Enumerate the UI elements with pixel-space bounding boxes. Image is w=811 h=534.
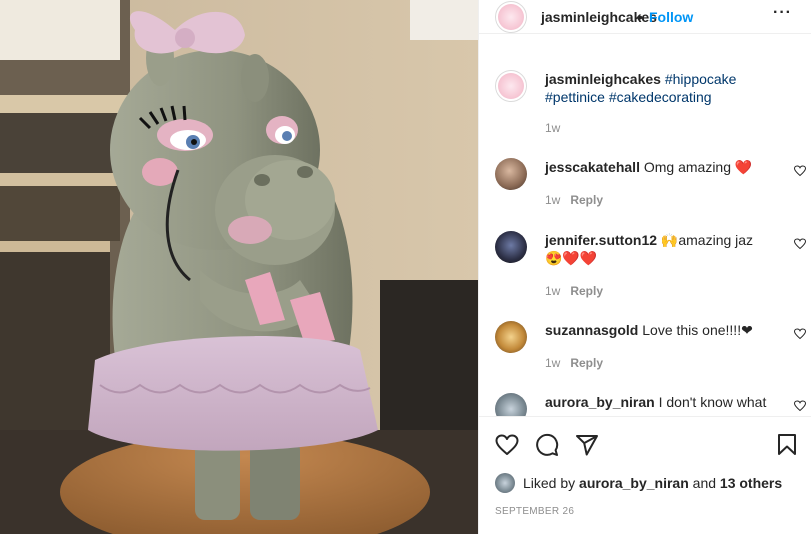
comment-meta: 1w Reply bbox=[545, 356, 603, 370]
bookmark-icon[interactable] bbox=[775, 433, 799, 457]
comment-body: Love this one!!!!❤ bbox=[642, 322, 753, 338]
follow-button[interactable]: Follow bbox=[649, 9, 693, 25]
commenter-avatar[interactable] bbox=[495, 321, 527, 353]
comment-body: Omg amazing ❤️ bbox=[643, 159, 753, 175]
reply-button[interactable]: Reply bbox=[570, 284, 603, 298]
post-actions: Liked by aurora_by_niran and 13 others S… bbox=[479, 416, 811, 534]
comment-username[interactable]: jesscakatehall bbox=[545, 159, 640, 175]
commenter-avatar[interactable] bbox=[495, 393, 527, 416]
post-header: jasminleighcakes • Follow ··· bbox=[479, 0, 811, 34]
caption-avatar[interactable] bbox=[495, 70, 527, 102]
comment-text: jesscakatehall Omg amazing ❤️ bbox=[545, 158, 777, 176]
comment-text: suzannasgold Love this one!!!!❤ bbox=[545, 321, 777, 339]
comment-body: 🙌amazing jaz bbox=[660, 232, 754, 248]
like-comment-heart-icon[interactable] bbox=[794, 400, 806, 412]
like-comment-heart-icon[interactable] bbox=[794, 328, 806, 340]
like-comment-heart-icon[interactable] bbox=[794, 165, 806, 177]
post-photo[interactable] bbox=[0, 0, 478, 534]
comment-username[interactable]: jennifer.sutton12 bbox=[545, 232, 657, 248]
caption-hashtags[interactable]: #pettinice #cakedecorating bbox=[545, 89, 712, 105]
comment-meta: 1w Reply bbox=[545, 193, 603, 207]
more-icon[interactable]: ··· bbox=[773, 4, 792, 22]
comment-time: 1w bbox=[545, 356, 561, 370]
commenter-avatar[interactable] bbox=[495, 158, 527, 190]
comment-time: 1w bbox=[545, 284, 561, 298]
like-comment-heart-icon[interactable] bbox=[794, 238, 806, 250]
comment-username[interactable]: aurora_by_niran bbox=[545, 394, 655, 410]
heart-icon[interactable] bbox=[495, 433, 519, 457]
likes-others[interactable]: 13 others bbox=[720, 475, 782, 491]
caption-text: jasminleighcakes #hippocake #pettinice #… bbox=[545, 70, 777, 106]
liker-avatar[interactable] bbox=[495, 473, 515, 493]
caption-username[interactable]: jasminleighcakes bbox=[545, 71, 661, 87]
author-avatar[interactable] bbox=[495, 1, 527, 33]
reply-button[interactable]: Reply bbox=[570, 356, 603, 370]
comment-text: jennifer.sutton12 🙌amazing jaz 😍❤️❤️ bbox=[545, 231, 777, 267]
caption-time: 1w bbox=[545, 121, 561, 135]
likes-joiner: and bbox=[692, 475, 717, 491]
comment-icon[interactable] bbox=[535, 433, 559, 457]
comments-list[interactable]: jasminleighcakes #hippocake #pettinice #… bbox=[479, 35, 811, 416]
comment-meta: 1w Reply bbox=[545, 284, 603, 298]
likes-prefix: Liked by bbox=[523, 475, 576, 491]
likes-summary[interactable]: Liked by aurora_by_niran and 13 others bbox=[495, 473, 782, 493]
comment-body-line2: 😍❤️❤️ bbox=[545, 250, 598, 266]
header-separator: • bbox=[638, 9, 643, 25]
comment-text: aurora_by_niran I don't know what bbox=[545, 393, 777, 411]
comment-username[interactable]: suzannasgold bbox=[545, 322, 638, 338]
share-icon[interactable] bbox=[575, 433, 599, 457]
reply-button[interactable]: Reply bbox=[570, 193, 603, 207]
comment-time: 1w bbox=[545, 193, 561, 207]
likes-user[interactable]: aurora_by_niran bbox=[579, 475, 689, 491]
post-side-panel: jasminleighcakes • Follow ··· jasminleig… bbox=[478, 0, 811, 534]
hippo-cake-image bbox=[0, 0, 478, 534]
comment-body: I don't know what bbox=[658, 394, 767, 410]
commenter-avatar[interactable] bbox=[495, 231, 527, 263]
post-date[interactable]: SEPTEMBER 26 bbox=[495, 506, 574, 517]
caption-hashtag[interactable]: #hippocake bbox=[665, 71, 737, 87]
